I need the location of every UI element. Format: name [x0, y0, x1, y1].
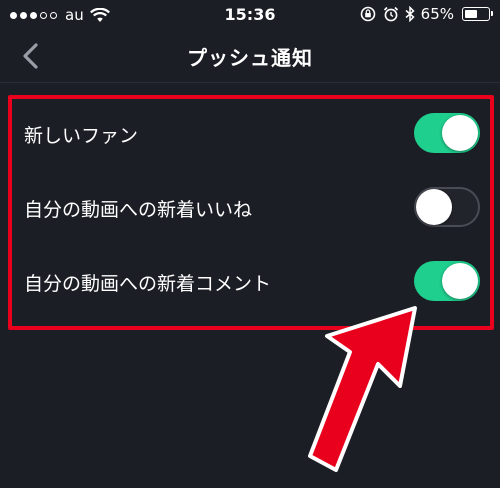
red-arrow-icon [308, 306, 417, 472]
alarm-icon [383, 6, 398, 22]
bluetooth-icon [405, 6, 415, 22]
status-bar: au 15:36 65% [0, 0, 500, 30]
navigation-bar: プッシュ通知 [0, 30, 500, 83]
battery-icon [462, 7, 493, 21]
status-right: 65% [359, 5, 493, 23]
highlight-frame [8, 95, 494, 330]
battery-percent: 65% [420, 5, 454, 23]
orientation-lock-icon [360, 6, 375, 22]
page-title: プッシュ通知 [187, 46, 313, 70]
